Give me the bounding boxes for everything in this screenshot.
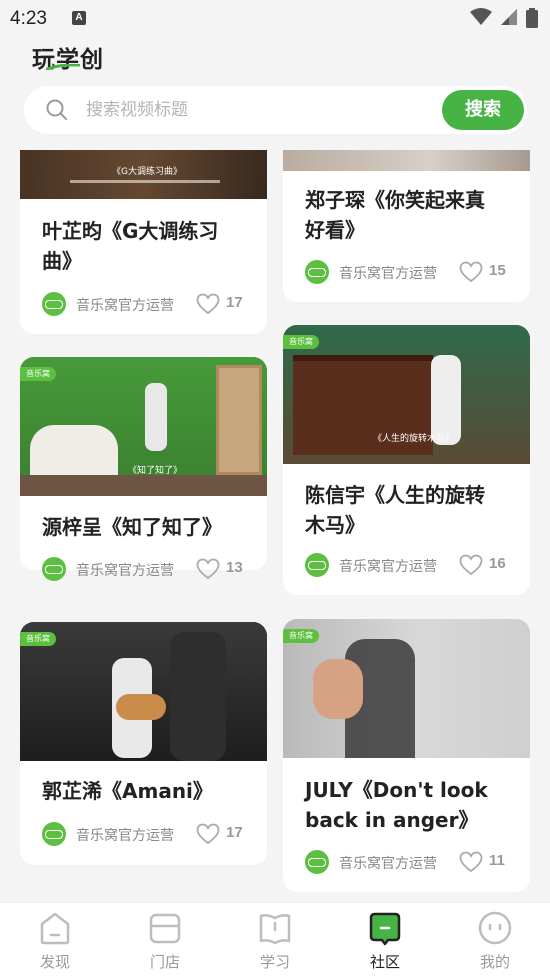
video-feed[interactable]: 《G大调练习曲》 叶芷昀《G大调练习 曲》 音乐窝官方运营 17 郑子琛《你笑起… <box>0 150 550 902</box>
search-bar: 搜索 <box>24 86 527 134</box>
author-name: 音乐窝官方运营 <box>339 559 437 575</box>
brand-tag: 音乐窝 <box>283 335 319 349</box>
heart-icon[interactable] <box>196 293 220 315</box>
video-caption: 《人生的旋转木马》 <box>373 434 455 444</box>
battery-icon <box>526 8 538 28</box>
author-name: 音乐窝官方运营 <box>339 266 437 282</box>
arm-graphic <box>313 659 363 719</box>
adult-figure <box>170 632 226 761</box>
nav-item-community[interactable]: 社区 <box>330 903 440 979</box>
chat-icon <box>369 912 401 946</box>
video-caption: 《G大调练习曲》 <box>112 167 182 177</box>
card-title[interactable]: JULY《Don't look back in anger》 <box>305 775 488 835</box>
child-figure <box>145 383 167 451</box>
nav-label: 发现 <box>39 953 70 971</box>
author-avatar <box>42 292 66 316</box>
signal-icon <box>500 9 517 25</box>
heart-icon[interactable] <box>459 261 483 283</box>
video-thumbnail[interactable]: 音乐窝 《知了知了》 <box>20 357 267 496</box>
wifi-icon <box>469 8 492 25</box>
heart-icon[interactable] <box>459 554 483 576</box>
brand-tag: 音乐窝 <box>283 629 319 643</box>
author-avatar <box>42 557 66 581</box>
like-count: 17 <box>226 294 243 311</box>
profile-icon <box>478 911 512 945</box>
video-card[interactable]: 音乐窝 JULY《Don't look back in anger》 音乐窝官方… <box>283 619 530 892</box>
video-thumbnail[interactable]: 《G大调练习曲》 <box>20 150 267 199</box>
search-input[interactable] <box>86 94 436 126</box>
nav-item-store[interactable]: 门店 <box>110 903 220 979</box>
like-count: 16 <box>489 555 506 572</box>
author-name: 音乐窝官方运营 <box>76 563 174 579</box>
author-avatar <box>42 822 66 846</box>
bottom-nav: 发现 门店 学习 社区 我的 <box>0 902 550 979</box>
guitar-graphic <box>116 694 166 720</box>
search-button[interactable]: 搜索 <box>442 90 524 130</box>
author-name: 音乐窝官方运营 <box>339 856 437 872</box>
video-caption: 《知了知了》 <box>128 466 183 476</box>
like-count: 15 <box>489 262 506 279</box>
nav-label: 社区 <box>369 953 400 971</box>
video-thumbnail[interactable]: 音乐窝 《人生的旋转木马》 <box>283 325 530 464</box>
video-thumbnail[interactable]: 音乐窝 <box>20 622 267 761</box>
brand-tag: 音乐窝 <box>20 367 56 381</box>
nav-item-profile[interactable]: 我的 <box>440 903 550 979</box>
video-thumbnail[interactable]: 音乐窝 <box>283 619 530 758</box>
author-name: 音乐窝官方运营 <box>76 298 174 314</box>
status-time: 4:23 <box>10 8 47 29</box>
nav-item-discover[interactable]: 发现 <box>0 903 110 979</box>
card-title[interactable]: 郭芷浠《Amani》 <box>42 776 213 806</box>
author-avatar <box>305 260 329 284</box>
nav-item-learn[interactable]: 学习 <box>220 903 330 979</box>
search-icon <box>46 99 67 120</box>
floor-graphic <box>20 475 267 496</box>
nav-label: 我的 <box>479 953 510 971</box>
card-meta: 音乐窝官方运营 17 <box>42 292 252 318</box>
shelf-graphic <box>216 365 262 475</box>
system-icons <box>467 8 538 28</box>
card-meta: 音乐窝官方运营 11 <box>305 850 515 876</box>
like-count: 17 <box>226 824 243 841</box>
card-title[interactable]: 叶芷昀《G大调练习 曲》 <box>42 216 218 276</box>
video-card[interactable]: 《G大调练习曲》 叶芷昀《G大调练习 曲》 音乐窝官方运营 17 <box>20 150 267 334</box>
card-meta: 音乐窝官方运营 17 <box>42 822 252 848</box>
card-title[interactable]: 陈信宇《人生的旋转 木马》 <box>305 480 485 540</box>
card-title[interactable]: 郑子琛《你笑起来真 好看》 <box>305 185 485 245</box>
title-accent-stroke <box>46 64 80 70</box>
author-name: 音乐窝官方运营 <box>76 828 174 844</box>
heart-icon[interactable] <box>196 558 220 580</box>
nav-label: 学习 <box>259 953 290 971</box>
like-count: 13 <box>226 559 243 576</box>
store-icon <box>149 913 181 944</box>
notification-a-icon: A <box>72 11 86 25</box>
video-card[interactable]: 音乐窝 《人生的旋转木马》 陈信宇《人生的旋转 木马》 音乐窝官方运营 16 <box>283 325 530 595</box>
video-credits-line <box>70 180 220 183</box>
author-avatar <box>305 850 329 874</box>
brand-tag: 音乐窝 <box>20 632 56 646</box>
nav-label: 门店 <box>149 953 180 971</box>
like-count: 11 <box>489 852 505 869</box>
author-avatar <box>305 553 329 577</box>
video-card[interactable]: 音乐窝 郭芷浠《Amani》 音乐窝官方运营 17 <box>20 622 267 865</box>
card-meta: 音乐窝官方运营 16 <box>305 553 515 579</box>
card-meta: 音乐窝官方运营 13 <box>42 557 252 583</box>
heart-icon[interactable] <box>459 851 483 873</box>
video-card[interactable]: 音乐窝 《知了知了》 源梓呈《知了知了》 <box>20 357 267 570</box>
status-bar: 4:23 A <box>0 0 550 36</box>
video-card[interactable]: 郑子琛《你笑起来真 好看》 音乐窝官方运营 15 <box>283 150 530 302</box>
card-meta: 音乐窝官方运营 15 <box>305 260 515 286</box>
card-title[interactable]: 源梓呈《知了知了》 <box>42 512 222 542</box>
video-thumbnail[interactable] <box>283 150 530 171</box>
book-icon <box>259 914 291 945</box>
home-icon <box>40 912 70 945</box>
heart-icon[interactable] <box>196 823 220 845</box>
